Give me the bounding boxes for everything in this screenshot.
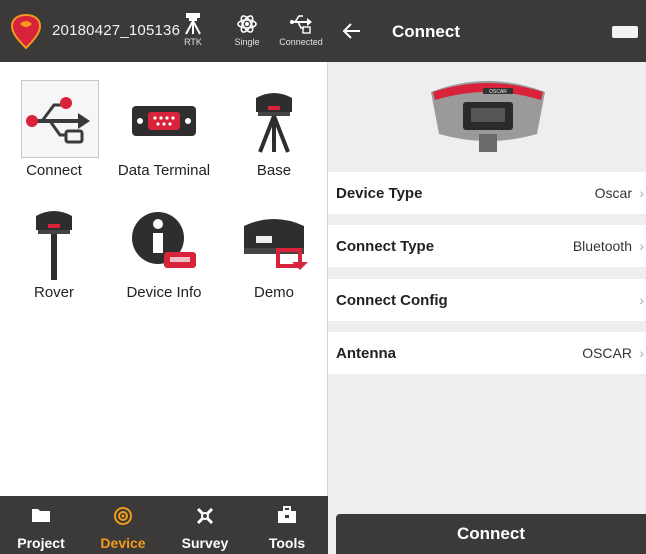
connect-config-row[interactable]: Connect Config ›: [328, 279, 646, 321]
chevron-right-icon: ›: [639, 292, 644, 308]
project-name[interactable]: 20180427_105136: [52, 22, 180, 39]
device-panel: 20180427_105136 RTK Single Connected Con…: [0, 0, 328, 554]
device-info-icon: [132, 212, 196, 268]
menu-device-info[interactable]: Device Info: [110, 184, 218, 301]
device-menu-grid: Connect Data Terminal Base Rover Device …: [0, 62, 328, 492]
survey-icon: [196, 507, 214, 525]
base-station-icon: [256, 93, 292, 153]
connect-screen: Connect OSCAR Device Type Oscar › Connec…: [328, 0, 646, 554]
tab-tools-label: Tools: [268, 535, 306, 551]
tab-device-label: Device: [100, 535, 146, 551]
chevron-right-icon: ›: [639, 185, 644, 201]
tab-survey[interactable]: Survey: [164, 496, 246, 554]
tab-project-label: Project: [17, 535, 65, 551]
antenna-label: Antenna: [336, 345, 396, 362]
menu-base-label: Base: [256, 162, 292, 179]
usb-connect-icon: [26, 97, 90, 144]
device-port-icon[interactable]: [612, 26, 638, 38]
connection-status[interactable]: Connected: [274, 12, 328, 47]
connect-config-label: Connect Config: [336, 292, 448, 309]
device-type-value: Oscar: [594, 185, 632, 201]
page-title: Connect: [392, 22, 460, 41]
menu-demo[interactable]: Demo: [220, 184, 328, 301]
chevron-right-icon: ›: [639, 238, 644, 254]
solution-status[interactable]: Single: [220, 12, 274, 47]
rtk-antenna-icon: [185, 13, 201, 35]
connect-type-label: Connect Type: [336, 238, 435, 255]
connect-type-value: Bluetooth: [572, 238, 632, 254]
chevron-right-icon: ›: [639, 345, 644, 361]
rtk-status[interactable]: RTK: [166, 12, 220, 47]
menu-connect-icon-frame: [21, 80, 99, 158]
gnss-receiver-image: OSCAR: [431, 81, 545, 152]
menu-demo-icon-frame: [234, 202, 314, 282]
menu-demo-label: Demo: [253, 284, 294, 301]
folder-icon: [32, 509, 50, 522]
connect-header: Connect: [328, 0, 646, 62]
antenna-value: OSCAR: [582, 345, 632, 361]
connect-type-row[interactable]: Connect Type Bluetooth ›: [328, 225, 646, 267]
tab-survey-label: Survey: [181, 535, 229, 551]
menu-device-info-icon-frame: [124, 202, 204, 282]
menu-connect[interactable]: Connect: [0, 62, 108, 179]
toolbox-icon: [278, 506, 296, 523]
antenna-row[interactable]: Antenna OSCAR ›: [328, 332, 646, 374]
device-type-label: Device Type: [336, 185, 423, 202]
menu-rover[interactable]: Rover: [0, 184, 108, 301]
device-brand-label: OSCAR: [489, 89, 507, 95]
menu-base-icon-frame: [234, 80, 314, 160]
demo-icon: [244, 219, 308, 270]
menu-data-terminal-icon-frame: [124, 80, 204, 160]
usb-connected-icon: [290, 15, 312, 34]
rover-icon: [36, 211, 72, 280]
menu-rover-icon-frame: [14, 202, 94, 282]
bottom-tab-bar: Project Device Survey Tools: [0, 496, 328, 554]
menu-data-terminal[interactable]: Data Terminal: [110, 62, 218, 179]
data-terminal-icon: [132, 106, 196, 136]
tab-device[interactable]: Device: [82, 496, 164, 554]
app-header: 20180427_105136 RTK Single Connected: [0, 0, 328, 62]
tab-tools[interactable]: Tools: [246, 496, 328, 554]
satellite-atom-icon: [237, 15, 257, 33]
app-logo-icon: [10, 14, 42, 50]
tab-project[interactable]: Project: [0, 496, 82, 554]
device-tab-icon: [114, 507, 132, 525]
connection-label: Connected: [279, 37, 323, 47]
solution-label: Single: [234, 37, 260, 47]
device-type-row[interactable]: Device Type Oscar ›: [328, 172, 646, 214]
menu-base[interactable]: Base: [220, 62, 328, 179]
rtk-label: RTK: [184, 37, 202, 47]
back-arrow-icon[interactable]: [342, 22, 362, 40]
connect-button[interactable]: Connect: [336, 514, 646, 554]
